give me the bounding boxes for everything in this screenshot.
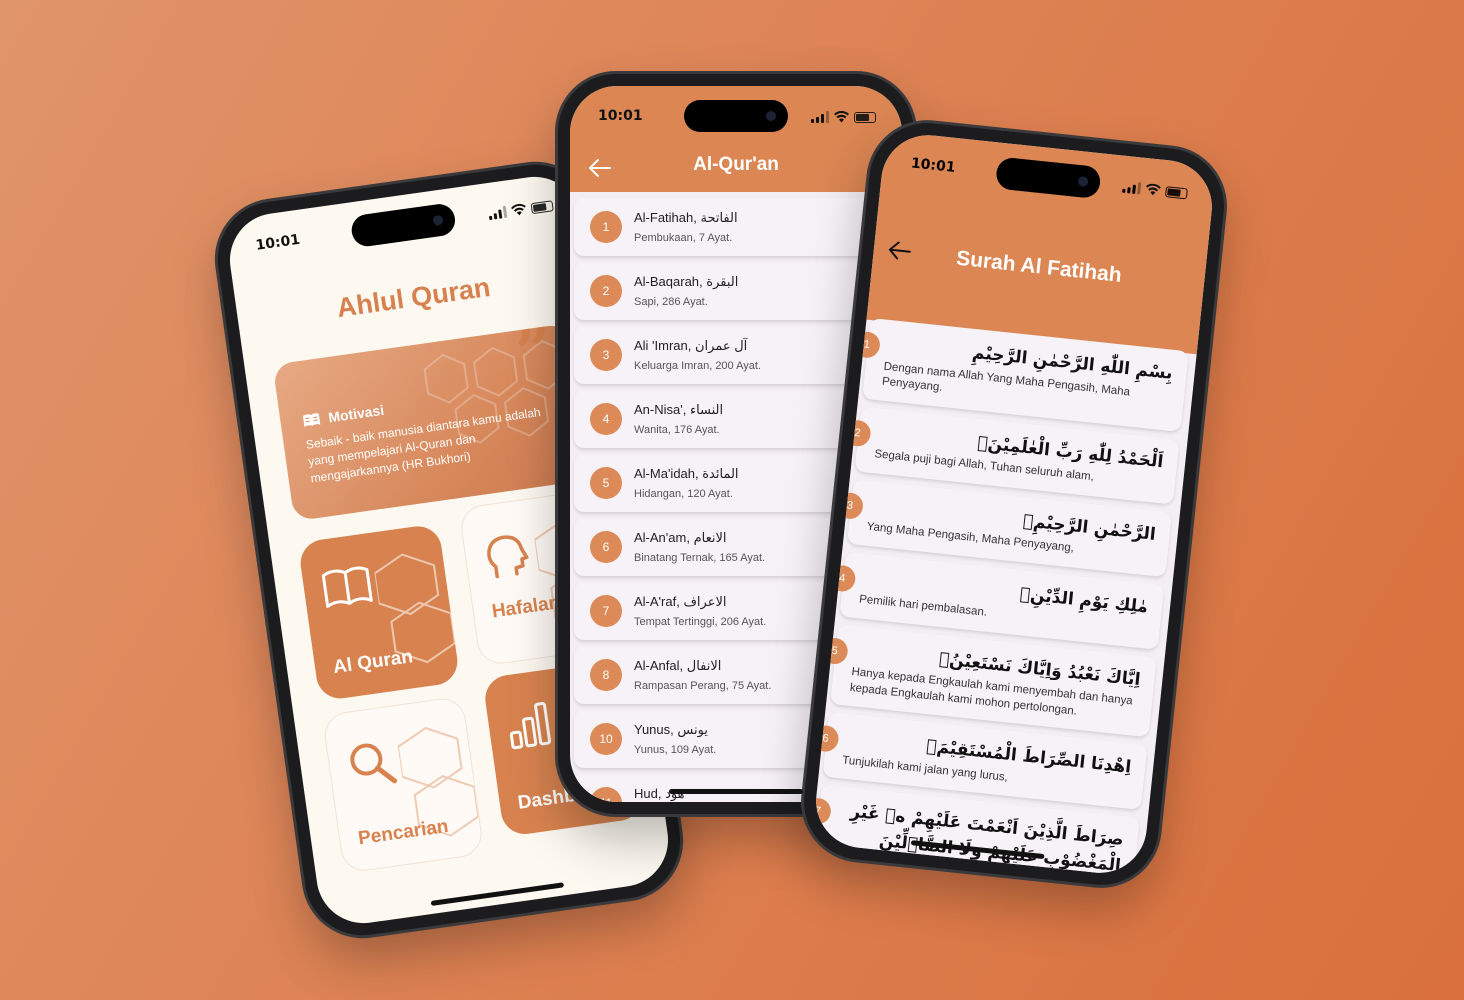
app-title: Ahlul Quran	[334, 271, 493, 324]
wifi-icon	[511, 203, 526, 216]
surah-name: Ali 'Imran, آل عمران	[634, 338, 748, 353]
surah-meta: Pembukaan, 7 Ayat.	[634, 232, 733, 244]
page-title: Al-Qur'an	[693, 154, 779, 175]
surah-number-badge: 7	[590, 595, 622, 627]
signal-icon	[1122, 181, 1142, 195]
book-icon	[321, 566, 373, 608]
status-time: 10:01	[254, 231, 302, 254]
surah-name: Al-A'raf, الاعراف	[634, 594, 727, 609]
search-icon	[350, 743, 398, 784]
surah-number-badge: 6	[590, 531, 622, 563]
menu-pencarian-button[interactable]: Pencarian	[321, 695, 485, 874]
surah-meta: Rampasan Perang, 75 Ayat.	[634, 680, 772, 692]
surah-number-badge: 8	[590, 659, 622, 691]
book-open-icon	[302, 413, 321, 427]
surah-name: Al-Ma'idah, المائدة	[634, 466, 739, 481]
surah-number-badge: 5	[590, 467, 622, 499]
page-title: Surah Al Fatihah	[955, 246, 1123, 287]
surah-number-badge: 3	[590, 339, 622, 371]
signal-icon	[811, 111, 829, 123]
ayat-number-badge: 3	[835, 491, 865, 520]
home-indicator[interactable]	[669, 789, 803, 794]
surah-meta: Keluarga Imran, 200 Ayat.	[634, 360, 761, 372]
surah-name: Al-Fatihah, الفاتحة	[634, 210, 738, 225]
surah-detail-screen: Surah Al Fatihah 10:01 1 بِسْمِ اللّٰهِ ا…	[811, 130, 1217, 878]
surah-meta: Sapi, 286 Ayat.	[634, 296, 708, 308]
surah-meta: Binatang Ternak, 165 Ayat.	[634, 552, 766, 564]
home-indicator[interactable]	[430, 882, 565, 906]
ayat-number-badge: 4	[828, 563, 857, 593]
motivation-heading: Motivasi	[327, 401, 385, 426]
ayat-number-badge: 2	[843, 418, 872, 448]
surah-number-badge: 11	[590, 787, 622, 802]
ayat-number-badge: 6	[811, 724, 840, 753]
wifi-icon	[1145, 183, 1161, 196]
motivation-card[interactable]: ” Motivasi Sebaik - baik manusia diantar…	[272, 323, 590, 522]
surah-name: An-Nisa', النساء	[634, 402, 724, 417]
dynamic-island	[349, 202, 458, 249]
ayat-number-badge: 7	[811, 797, 833, 826]
surah-name: Al-Baqarah, البقرة	[634, 274, 739, 289]
ayat-arabic: صِرَاطَ الَّذِيْنَ اَنْعَمْتَ عَلَيْهِمْ…	[849, 801, 1125, 876]
battery-icon	[1164, 186, 1188, 200]
wifi-icon	[834, 111, 849, 123]
surah-number-badge: 10	[590, 723, 622, 755]
surah-number-badge: 1	[590, 211, 622, 243]
surah-name: Al-An'am, الانعام	[634, 530, 727, 545]
surah-meta: Wanita, 176 Ayat.	[634, 424, 720, 436]
surah-row[interactable]: 2 Al-Baqarah, البقرة Sapi, 286 Ayat.	[574, 262, 896, 320]
quote-mark-icon: ”	[511, 323, 559, 392]
battery-icon	[854, 112, 876, 123]
ayat-number-badge: 5	[820, 636, 849, 665]
surah-meta: Hidangan, 120 Ayat.	[634, 488, 733, 500]
surah-name: Al-Anfal, الانفال	[634, 658, 722, 673]
surah-name: Yunus, يونس	[634, 722, 708, 737]
status-time: 10:01	[910, 155, 957, 176]
menu-al-quran-button[interactable]: Al Quran	[297, 523, 461, 702]
ayat-number-badge: 1	[852, 330, 882, 360]
surah-row[interactable]: 1 Al-Fatihah, الفاتحة Pembukaan, 7 Ayat.	[574, 198, 896, 256]
ayat-list: 1 بِسْمِ اللّٰهِ الرَّحْمٰنِ الرَّحِيْمِ D…	[811, 312, 1197, 878]
dynamic-island	[684, 100, 788, 132]
signal-icon	[488, 205, 508, 221]
surah-number-badge: 2	[590, 275, 622, 307]
phone-surah-detail: Surah Al Fatihah 10:01 1 بِسْمِ اللّٰهِ ا…	[798, 117, 1230, 891]
battery-icon	[530, 200, 554, 215]
bar-chart-icon	[509, 701, 552, 750]
surah-number-badge: 4	[590, 403, 622, 435]
status-time: 10:01	[598, 108, 643, 124]
head-icon	[487, 535, 529, 579]
surah-meta: Yunus, 109 Ayat.	[634, 744, 717, 756]
surah-meta: Tempat Tertinggi, 206 Ayat.	[634, 616, 767, 628]
